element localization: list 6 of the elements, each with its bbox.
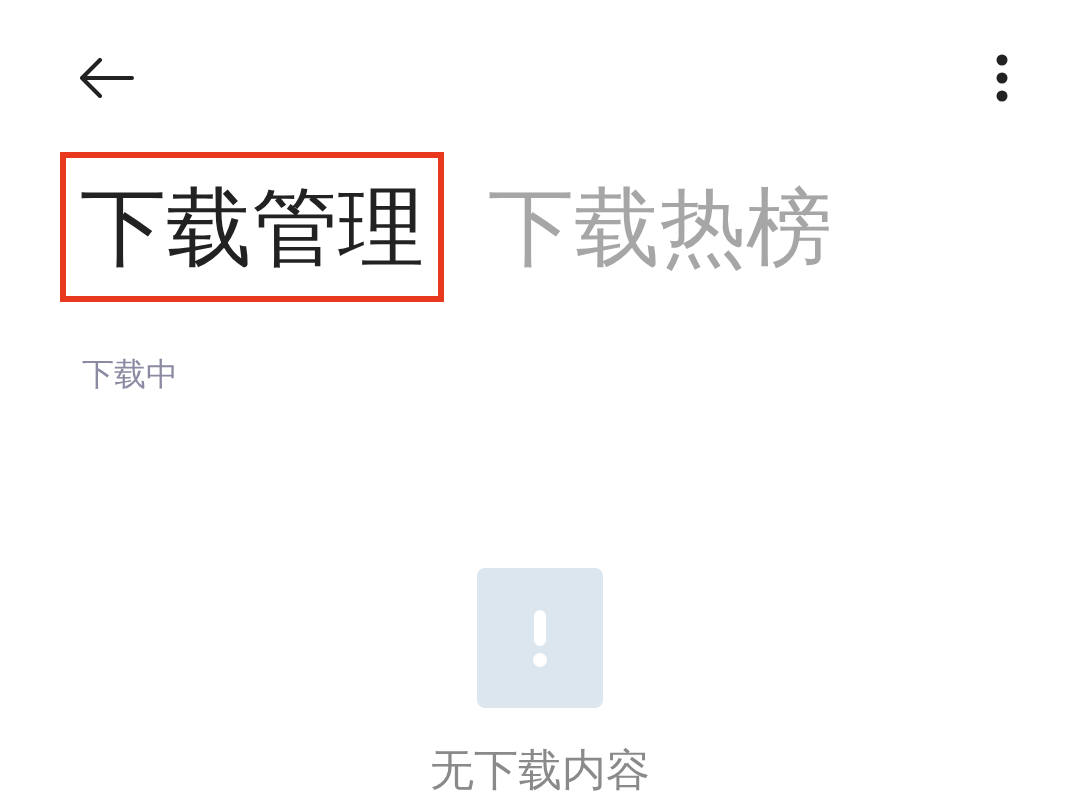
section-title: 下载中 [82, 355, 178, 393]
more-icon [995, 54, 1009, 102]
back-icon [78, 58, 134, 98]
tab[interactable]: 下载管理 [60, 152, 444, 302]
empty-icon [477, 568, 603, 708]
empty-message: 无下载内容 [430, 748, 650, 792]
